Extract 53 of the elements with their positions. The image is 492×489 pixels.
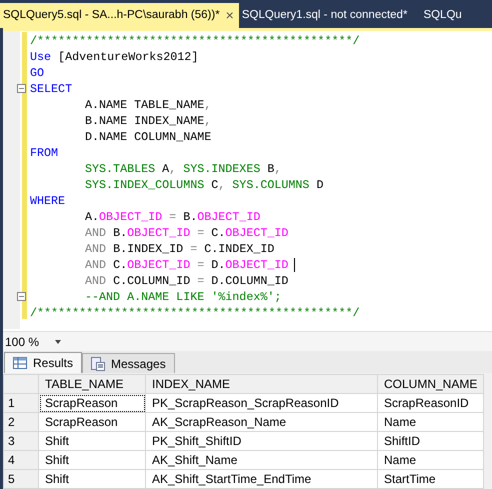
code-line: GO <box>29 65 44 81</box>
table-cell: PK_Shift_ShiftID <box>146 432 378 450</box>
row-number: 1 <box>4 394 38 412</box>
table-cell: Shift <box>38 470 146 488</box>
row-number: 5 <box>4 470 38 488</box>
code-line: SYS.TABLES A, SYS.INDEXES B, <box>84 161 282 177</box>
table-cell: AK_ScrapReason_Name <box>146 412 378 432</box>
code-line: AND B.INDEX_ID = C.INDEX_ID <box>84 241 274 257</box>
table-cell: ScrapReasonID <box>378 394 484 412</box>
code-line: WHERE <box>29 193 66 209</box>
document-tab[interactable]: SQLQu <box>420 3 465 28</box>
close-icon[interactable]: × <box>226 5 234 26</box>
column-header[interactable]: TABLE_NAME <box>38 374 146 394</box>
document-icon <box>91 356 106 370</box>
table-cell: Shift <box>38 450 146 470</box>
column-header[interactable]: COLUMN_NAME <box>378 374 484 394</box>
table-cell: ScrapReason <box>38 412 146 432</box>
results-tab[interactable]: Messages <box>82 353 175 373</box>
table-cell: AK_Shift_StartTime_EndTime <box>146 470 378 488</box>
code-line: AND B.OBJECT_ID = C.OBJECT_ID <box>84 225 288 241</box>
row-number: 4 <box>4 450 38 470</box>
document-tab[interactable]: SQLQuery5.sql - SA...h-PC\saurabh (56))* × <box>0 3 239 28</box>
table-cell: ScrapReason <box>38 394 146 412</box>
results-tab[interactable]: Results <box>4 352 82 373</box>
code-line: --AND A.NAME LIKE '%index%'; <box>84 289 282 305</box>
code-line: FROM <box>29 145 58 161</box>
code-line: /*********************************************/ <box>29 305 360 321</box>
table-cell: Name <box>378 412 484 432</box>
table-cell: AK_Shift_Name <box>146 450 378 470</box>
column-header[interactable]: INDEX_NAME <box>146 374 378 394</box>
row-number: 2 <box>4 412 38 432</box>
code-line: A.OBJECT_ID = B.OBJECT_ID <box>84 209 260 225</box>
dropdown-caret-icon <box>55 340 62 344</box>
code-line: D.NAME COLUMN_NAME <box>84 129 212 145</box>
code-line: Use [AdventureWorks2012] <box>29 49 198 65</box>
grid-icon <box>13 357 27 369</box>
collapse-icon[interactable] <box>17 292 26 301</box>
table-cell: Shift <box>38 432 146 450</box>
code-line: AND C.OBJECT_ID = D.OBJECT_ID <box>84 257 288 273</box>
table-cell: Name <box>378 450 484 470</box>
row-number: 3 <box>4 432 38 450</box>
code-line: /*********************************************/ <box>29 33 360 49</box>
zoom-dropdown[interactable]: 100 % <box>3 332 64 351</box>
code-line: AND C.COLUMN_ID = D.COLUMN_ID <box>84 273 288 289</box>
collapse-icon[interactable] <box>17 84 26 93</box>
code-line: B.NAME INDEX_NAME, <box>84 113 212 129</box>
table-cell: ShiftID <box>378 432 484 450</box>
code-line: SYS.INDEX_COLUMNS C, SYS.COLUMNS D <box>84 177 324 193</box>
table-cell: PK_ScrapReason_ScrapReasonID <box>146 394 378 412</box>
table-cell: StartTime <box>378 470 484 488</box>
code-line: SELECT <box>29 81 72 97</box>
document-tab[interactable]: SQLQuery1.sql - not connected* <box>238 3 410 28</box>
code-line: A.NAME TABLE_NAME, <box>84 97 212 113</box>
